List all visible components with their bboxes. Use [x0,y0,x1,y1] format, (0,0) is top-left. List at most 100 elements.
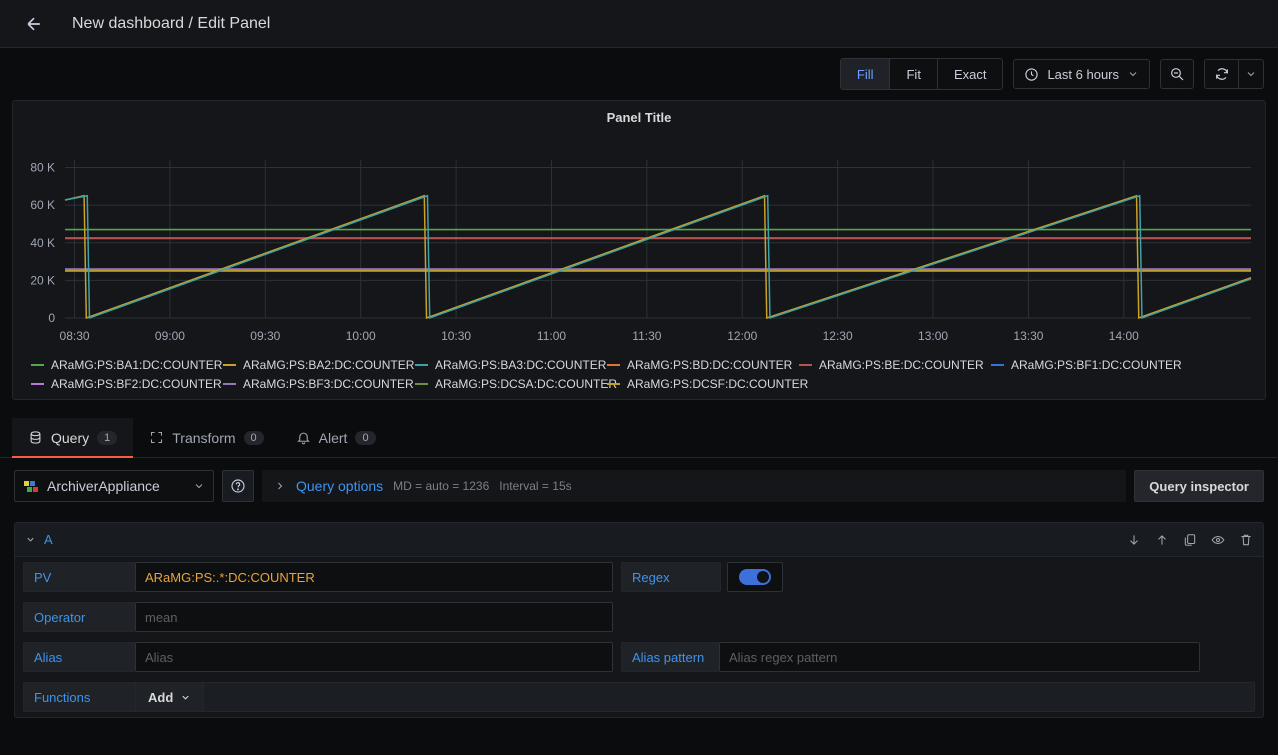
refresh-controls [1204,59,1264,89]
tab-transform[interactable]: Transform 0 [133,418,279,457]
chevron-down-icon [1245,68,1257,80]
editor-tabs: Query 1 Transform 0 Alert 0 [0,418,1278,458]
chevron-down-icon [1127,68,1139,80]
remove-query-button[interactable] [1239,533,1253,547]
refresh-icon [1214,66,1230,82]
display-mode-fill[interactable]: Fill [841,59,891,89]
legend-item[interactable]: ARaMG:PS:BA2:DC:COUNTER [223,358,415,372]
arrow-down-icon [1127,533,1141,547]
clock-icon [1024,67,1039,82]
datasource-name: ArchiverAppliance [47,478,185,494]
add-function-button[interactable]: Add [135,682,204,712]
time-range-label: Last 6 hours [1047,67,1119,82]
move-query-down-button[interactable] [1127,533,1141,547]
copy-icon [1183,533,1197,547]
trash-icon [1239,533,1253,547]
operator-input[interactable] [135,602,613,632]
functions-empty-area [204,682,1255,712]
pv-input[interactable] [135,562,613,592]
svg-text:10:00: 10:00 [346,329,376,343]
refresh-button[interactable] [1204,59,1238,89]
display-mode-fit[interactable]: Fit [890,59,937,89]
chevron-down-icon [193,480,205,492]
time-range-picker[interactable]: Last 6 hours [1013,59,1150,89]
legend-label: ARaMG:PS:DCSA:DC:COUNTER [435,377,617,391]
alias-pattern-label: Alias pattern [621,642,719,672]
refresh-interval-dropdown[interactable] [1238,59,1264,89]
tab-alert-label: Alert [319,430,348,446]
legend-item[interactable]: ARaMG:PS:BD:DC:COUNTER [607,358,799,372]
legend-label: ARaMG:PS:DCSF:DC:COUNTER [627,377,808,391]
panel-title: Panel Title [13,101,1265,128]
svg-text:13:30: 13:30 [1013,329,1043,343]
legend-label: ARaMG:PS:BE:DC:COUNTER [819,358,984,372]
svg-text:14:00: 14:00 [1109,329,1139,343]
interval-info: Interval = 15s [499,479,571,493]
legend-item[interactable]: ARaMG:PS:BA3:DC:COUNTER [415,358,607,372]
help-circle-icon [230,478,246,494]
legend-color-swatch [799,364,812,366]
time-series-plot[interactable]: 020 K40 K60 K80 K08:3009:0009:3010:0010:… [13,128,1265,354]
legend-color-swatch [415,364,428,366]
alias-pattern-input[interactable] [719,642,1200,672]
operator-label: Operator [23,602,135,632]
legend-item[interactable]: ARaMG:PS:DCSF:DC:COUNTER [607,377,799,391]
tab-query[interactable]: Query 1 [12,418,133,457]
display-mode-group: Fill Fit Exact [840,58,1004,90]
alias-field-row: Alias Alias pattern [15,637,1263,677]
legend-label: ARaMG:PS:BA2:DC:COUNTER [243,358,414,372]
epics-logo-icon [23,478,39,494]
back-button[interactable] [18,8,50,40]
legend-color-swatch [31,364,44,366]
legend-color-swatch [415,383,428,385]
chevron-right-icon[interactable] [274,480,286,492]
transform-icon [149,430,164,445]
zoom-out-icon [1169,66,1185,82]
panel-toolbar: Fill Fit Exact Last 6 hours [0,48,1278,100]
datasource-help-button[interactable] [222,470,254,502]
tab-alert-badge: 0 [355,431,375,445]
legend-item[interactable]: ARaMG:PS:BA1:DC:COUNTER [31,358,223,372]
zoom-out-button[interactable] [1160,59,1194,89]
legend-color-swatch [991,364,1004,366]
pv-field-row: PV Regex [15,557,1263,597]
legend-label: ARaMG:PS:BA1:DC:COUNTER [51,358,222,372]
tab-query-label: Query [51,430,89,446]
datasource-row: ArchiverAppliance Query options MD = aut… [0,458,1278,512]
query-editor-row-a: A [14,522,1264,718]
plot-legend: ARaMG:PS:BA1:DC:COUNTER ARaMG:PS:BA2:DC:C… [13,354,1265,399]
query-inspector-button[interactable]: Query inspector [1134,470,1264,502]
legend-item[interactable]: ARaMG:PS:BE:DC:COUNTER [799,358,991,372]
legend-item[interactable]: ARaMG:PS:BF1:DC:COUNTER [991,358,1183,372]
regex-toggle[interactable] [727,562,783,592]
legend-label: ARaMG:PS:BD:DC:COUNTER [627,358,792,372]
legend-item[interactable]: ARaMG:PS:BF2:DC:COUNTER [31,377,223,391]
query-options-label[interactable]: Query options [296,478,383,494]
alias-input[interactable] [135,642,613,672]
move-query-up-button[interactable] [1155,533,1169,547]
svg-text:12:00: 12:00 [727,329,757,343]
tab-alert[interactable]: Alert 0 [280,418,392,457]
datasource-picker[interactable]: ArchiverAppliance [14,470,214,502]
legend-color-swatch [607,364,620,366]
chevron-down-icon[interactable] [25,534,36,545]
alias-label: Alias [23,642,135,672]
regex-switch-knob [739,569,771,585]
svg-text:0: 0 [48,311,55,325]
svg-text:12:30: 12:30 [823,329,853,343]
svg-text:20 K: 20 K [30,273,55,287]
max-data-points-info: MD = auto = 1236 [393,479,489,493]
functions-label: Functions [23,682,135,712]
display-mode-exact[interactable]: Exact [938,59,1003,89]
query-row-header: A [15,523,1263,557]
duplicate-query-button[interactable] [1183,533,1197,547]
legend-item[interactable]: ARaMG:PS:BF3:DC:COUNTER [223,377,415,391]
legend-color-swatch [223,364,236,366]
legend-item[interactable]: ARaMG:PS:DCSA:DC:COUNTER [415,377,607,391]
legend-color-swatch [223,383,236,385]
svg-text:80 K: 80 K [30,161,55,175]
svg-text:09:30: 09:30 [250,329,280,343]
tab-query-badge: 1 [97,431,117,445]
toggle-query-visibility-button[interactable] [1211,533,1225,547]
query-ref-id[interactable]: A [44,532,53,547]
